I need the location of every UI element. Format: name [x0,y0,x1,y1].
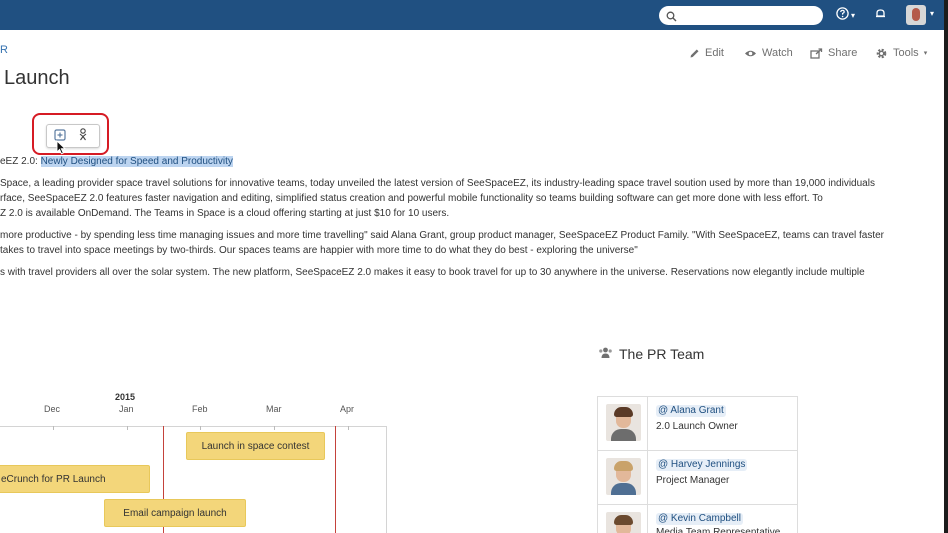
jira-issue-button[interactable] [74,128,92,146]
timeline-year: 2015 [115,392,136,402]
search-input[interactable] [681,8,817,23]
timeline-month: Apr [340,404,355,414]
timeline-bar[interactable]: Email campaign launch [104,499,246,527]
top-navigation-bar: ▾ ▾ [0,0,948,30]
photo-cell [598,397,648,450]
team-table: @ Alana Grant 2.0 Launch Owner @ Harvey … [597,396,798,533]
paragraph-line: Space, a leading provider space travel s… [0,178,875,189]
notifications-button[interactable] [874,7,887,23]
watch-button[interactable]: Watch [744,45,793,61]
page-title: Launch [4,67,70,89]
timeline-month: Jan [119,404,134,414]
bell-icon [874,7,887,23]
chevron-down-icon[interactable]: ▾ [930,9,934,18]
jira-icon [77,128,89,146]
pencil-icon [689,48,700,59]
share-icon [810,47,823,59]
team-heading: The PR Team [598,346,704,362]
photo-cell [598,505,648,533]
paragraph-line: rface, SeeSpaceEZ 2.0 features faster na… [0,193,823,204]
user-mention-link[interactable]: @ Harvey Jennings [656,459,748,471]
timeline-tick [274,426,275,430]
paragraph-line: Z 2.0 is available OnDemand. The Teams i… [0,208,450,219]
selected-text[interactable]: Newly Designed for Speed and Productivit… [40,156,233,167]
chevron-down-icon: ▾ [923,50,928,57]
chevron-down-icon: ▾ [851,10,856,20]
heading-prefix: eEZ 2.0: [0,156,41,167]
timeline-marker [335,426,336,533]
timeline-tick [53,426,54,430]
user-mention-link[interactable]: @ Alana Grant [656,405,726,417]
heading-line: eEZ 2.0: Newly Designed for Speed and Pr… [0,156,233,168]
highlight-actions-popup [46,124,100,148]
timeline-month: Mar [266,404,282,414]
search-icon [666,9,677,27]
timeline-month: Feb [192,404,208,414]
edit-label: Edit [705,47,724,59]
paragraph-line: more productive - by spending less time … [0,230,885,241]
photo-cell [598,451,648,504]
profile-photo [606,458,641,495]
team-heading-label: The PR Team [619,346,705,362]
team-role: Media Team Representative [656,527,781,533]
user-mention-link[interactable]: @ Kevin Campbell [656,513,743,525]
share-button[interactable]: Share [810,45,857,61]
profile-photo [606,512,641,533]
team-icon [598,346,613,362]
watch-label: Watch [762,47,793,59]
tools-label: Tools [893,47,919,59]
search-box[interactable] [659,6,823,25]
timeline-month: Dec [44,404,61,414]
paragraph-line: s with travel providers all over the sol… [0,267,865,278]
timeline-tick [200,426,201,430]
team-row: @ Kevin Campbell Media Team Representati… [598,505,797,533]
paragraph-line: takes to travel into space meetings by t… [0,245,638,256]
edit-button[interactable]: Edit [689,45,724,61]
user-avatar[interactable] [906,5,926,25]
team-row: @ Alana Grant 2.0 Launch Owner [598,397,797,451]
eye-icon [744,48,757,59]
share-label: Share [828,47,858,59]
tools-menu[interactable]: Tools ▾ [875,45,927,61]
timeline-bar[interactable]: Launch in space contest [186,432,325,460]
team-row: @ Harvey Jennings Project Manager [598,451,797,505]
team-role: 2.0 Launch Owner [656,421,738,432]
timeline-bar[interactable]: eCrunch for PR Launch [0,465,150,493]
gear-icon [875,47,888,60]
timeline-tick [127,426,128,430]
window-edge [944,0,948,533]
help-icon [836,7,849,23]
breadcrumb[interactable]: R [0,44,8,56]
team-role: Project Manager [656,475,730,486]
timeline-tick [348,426,349,430]
help-menu[interactable]: ▾ [836,7,855,23]
profile-photo [606,404,641,441]
